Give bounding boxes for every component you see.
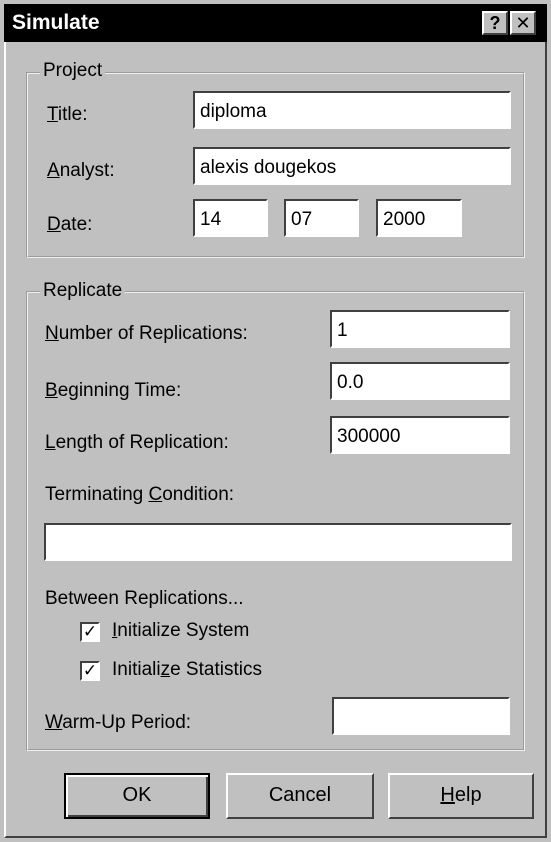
date-month-field[interactable] bbox=[284, 199, 359, 237]
help-icon[interactable]: ? bbox=[482, 11, 508, 35]
init-system-checkbox[interactable]: ✓ bbox=[80, 622, 100, 642]
init-system-label[interactable]: Initialize System bbox=[112, 620, 249, 642]
help-button[interactable]: Help bbox=[388, 773, 534, 819]
replicate-group bbox=[26, 291, 525, 751]
replicate-legend: Replicate bbox=[40, 280, 126, 302]
init-stats-checkbox[interactable]: ✓ bbox=[80, 661, 100, 681]
analyst-field[interactable] bbox=[193, 147, 511, 185]
num-replications-field[interactable] bbox=[330, 310, 510, 348]
beginning-time-label: Beginning Time: bbox=[45, 380, 182, 401]
cancel-button[interactable]: Cancel bbox=[226, 773, 374, 819]
length-field[interactable] bbox=[330, 416, 510, 454]
title-field[interactable] bbox=[193, 91, 511, 129]
between-label: Between Replications... bbox=[45, 588, 244, 609]
terminating-field[interactable] bbox=[44, 523, 512, 561]
beginning-time-field[interactable] bbox=[330, 362, 510, 400]
window-title: Simulate bbox=[12, 11, 100, 34]
length-label: Length of Replication: bbox=[45, 432, 229, 453]
project-legend: Project bbox=[40, 60, 106, 82]
close-icon[interactable]: ✕ bbox=[510, 11, 536, 35]
title-label: Title: bbox=[47, 104, 88, 125]
init-stats-label[interactable]: Initialize Statistics bbox=[112, 659, 262, 681]
date-year-field[interactable] bbox=[376, 199, 462, 237]
title-bar[interactable]: Simulate ? ✕ bbox=[4, 4, 547, 42]
terminating-label: Terminating Condition: bbox=[45, 484, 235, 505]
num-replications-label: Number of Replications: bbox=[45, 323, 248, 344]
date-label: Date: bbox=[47, 214, 93, 235]
date-day-field[interactable] bbox=[193, 199, 268, 237]
warmup-field[interactable] bbox=[332, 697, 510, 735]
ok-button[interactable]: OK bbox=[64, 773, 210, 819]
analyst-label: Analyst: bbox=[47, 160, 115, 181]
warmup-label: Warm-Up Period: bbox=[45, 712, 192, 733]
